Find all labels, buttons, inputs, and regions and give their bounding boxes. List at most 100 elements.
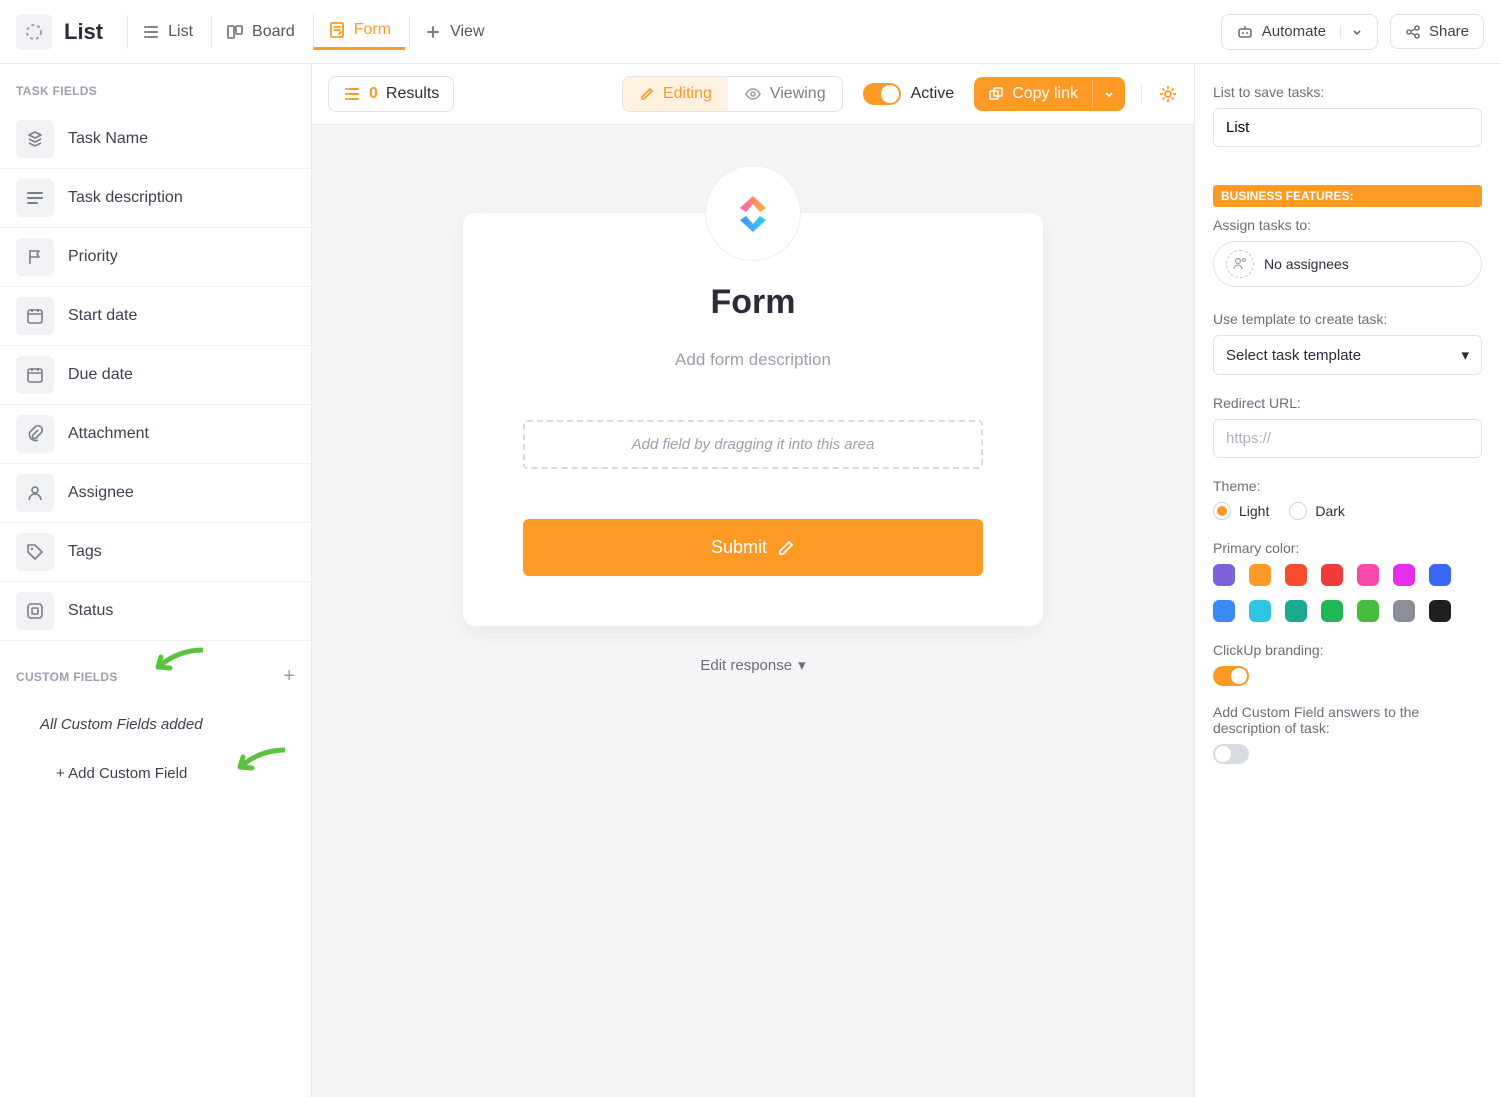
active-toggle: Active xyxy=(863,83,955,105)
color-swatch[interactable] xyxy=(1285,564,1307,586)
custom-field-answers-switch[interactable] xyxy=(1213,744,1249,764)
caret-down-icon: ▾ xyxy=(798,656,806,674)
page-title: List xyxy=(64,19,103,45)
template-select[interactable]: Select task template ▾ xyxy=(1213,335,1482,375)
arrow-annotation-icon xyxy=(148,645,206,675)
share-label: Share xyxy=(1429,23,1469,40)
submit-button[interactable]: Submit xyxy=(523,519,983,576)
theme-light[interactable]: Light xyxy=(1213,502,1269,520)
chevron-down-icon xyxy=(1340,26,1363,38)
form-description[interactable]: Add form description xyxy=(675,350,831,370)
settings-button[interactable] xyxy=(1141,84,1178,104)
add-assignee-icon xyxy=(1226,250,1254,278)
color-grid xyxy=(1213,564,1482,622)
primary-color-label: Primary color: xyxy=(1213,540,1482,556)
branding-switch[interactable] xyxy=(1213,666,1249,686)
assign-label: Assign tasks to: xyxy=(1213,217,1482,233)
field-label: Due date xyxy=(68,366,133,384)
template-label: Use template to create task: xyxy=(1213,311,1482,327)
copy-link-dropdown[interactable] xyxy=(1092,80,1125,108)
view-tabs: List Board Form View xyxy=(127,13,498,50)
tag-icon xyxy=(16,533,54,571)
field-drop-area[interactable]: Add field by dragging it into this area xyxy=(523,420,983,469)
editing-button[interactable]: Editing xyxy=(623,77,728,111)
tab-form-label: Form xyxy=(354,21,391,39)
tab-board[interactable]: Board xyxy=(211,15,309,49)
settings-panel: List to save tasks: BUSINESS FEATURES: A… xyxy=(1194,64,1500,1097)
field-task-name[interactable]: Task Name xyxy=(0,110,311,169)
active-label: Active xyxy=(911,85,955,103)
color-swatch[interactable] xyxy=(1393,600,1415,622)
field-attachment[interactable]: Attachment xyxy=(0,405,311,464)
field-start-date[interactable]: Start date xyxy=(0,287,311,346)
copy-link-button[interactable]: Copy link xyxy=(974,77,1092,111)
center-area: 0 Results Editing Viewing Active xyxy=(312,64,1194,1097)
redirect-label: Redirect URL: xyxy=(1213,395,1482,411)
add-custom-field-icon[interactable]: + xyxy=(283,665,295,688)
share-icon xyxy=(1405,24,1421,40)
field-label: Status xyxy=(68,602,113,620)
caret-down-icon: ▾ xyxy=(1461,346,1469,364)
redirect-input[interactable] xyxy=(1213,419,1482,458)
field-due-date[interactable]: Due date xyxy=(0,346,311,405)
color-swatch[interactable] xyxy=(1213,564,1235,586)
eye-icon xyxy=(744,85,762,103)
color-swatch[interactable] xyxy=(1357,564,1379,586)
field-label: Task Name xyxy=(68,130,148,148)
color-swatch[interactable] xyxy=(1357,600,1379,622)
copy-link-label: Copy link xyxy=(1012,85,1078,103)
tab-add-view-label: View xyxy=(450,23,484,41)
color-swatch[interactable] xyxy=(1249,600,1271,622)
viewing-button[interactable]: Viewing xyxy=(728,77,842,111)
list-save-input[interactable] xyxy=(1213,108,1482,147)
tab-list[interactable]: List xyxy=(127,15,207,49)
radio-icon xyxy=(1289,502,1307,520)
color-swatch[interactable] xyxy=(1429,564,1451,586)
color-swatch[interactable] xyxy=(1429,600,1451,622)
color-swatch[interactable] xyxy=(1321,564,1343,586)
person-icon xyxy=(16,474,54,512)
edit-response-button[interactable]: Edit response ▾ xyxy=(700,656,805,674)
tab-form[interactable]: Form xyxy=(313,13,405,50)
calendar-icon xyxy=(16,356,54,394)
active-switch[interactable] xyxy=(863,83,901,105)
field-tags[interactable]: Tags xyxy=(0,523,311,582)
calendar-icon xyxy=(16,297,54,335)
add-custom-field-label: + Add Custom Field xyxy=(56,765,187,782)
chevron-down-icon xyxy=(1103,88,1115,100)
add-custom-field-button[interactable]: + Add Custom Field xyxy=(0,749,311,798)
list-icon xyxy=(343,85,361,103)
field-label: Task description xyxy=(68,189,183,207)
form-title[interactable]: Form xyxy=(711,283,796,322)
assignee-selector[interactable]: No assignees xyxy=(1213,241,1482,287)
tab-board-label: Board xyxy=(252,23,295,41)
color-swatch[interactable] xyxy=(1321,600,1343,622)
task-fields-header: TASK FIELDS xyxy=(0,64,311,110)
color-swatch[interactable] xyxy=(1249,564,1271,586)
results-count: 0 xyxy=(369,85,378,103)
theme-dark[interactable]: Dark xyxy=(1289,502,1345,520)
list-save-label: List to save tasks: xyxy=(1213,84,1482,100)
arrow-annotation-icon xyxy=(230,745,288,775)
field-priority[interactable]: Priority xyxy=(0,228,311,287)
plus-icon xyxy=(424,23,442,41)
form-icon xyxy=(328,21,346,39)
automate-button[interactable]: Automate xyxy=(1221,14,1378,50)
field-label: Priority xyxy=(68,248,118,266)
field-status[interactable]: Status xyxy=(0,582,311,641)
field-task-description[interactable]: Task description xyxy=(0,169,311,228)
template-value: Select task template xyxy=(1226,347,1361,364)
list-icon xyxy=(142,23,160,41)
color-swatch[interactable] xyxy=(1213,600,1235,622)
color-swatch[interactable] xyxy=(1285,600,1307,622)
color-swatch[interactable] xyxy=(1393,564,1415,586)
form-logo[interactable] xyxy=(705,165,801,261)
share-button[interactable]: Share xyxy=(1390,14,1484,49)
field-assignee[interactable]: Assignee xyxy=(0,464,311,523)
viewing-label: Viewing xyxy=(770,85,826,103)
results-button[interactable]: 0 Results xyxy=(328,76,454,112)
tab-add-view[interactable]: View xyxy=(409,15,498,49)
status-icon xyxy=(16,592,54,630)
description-icon xyxy=(16,179,54,217)
editing-label: Editing xyxy=(663,85,712,103)
